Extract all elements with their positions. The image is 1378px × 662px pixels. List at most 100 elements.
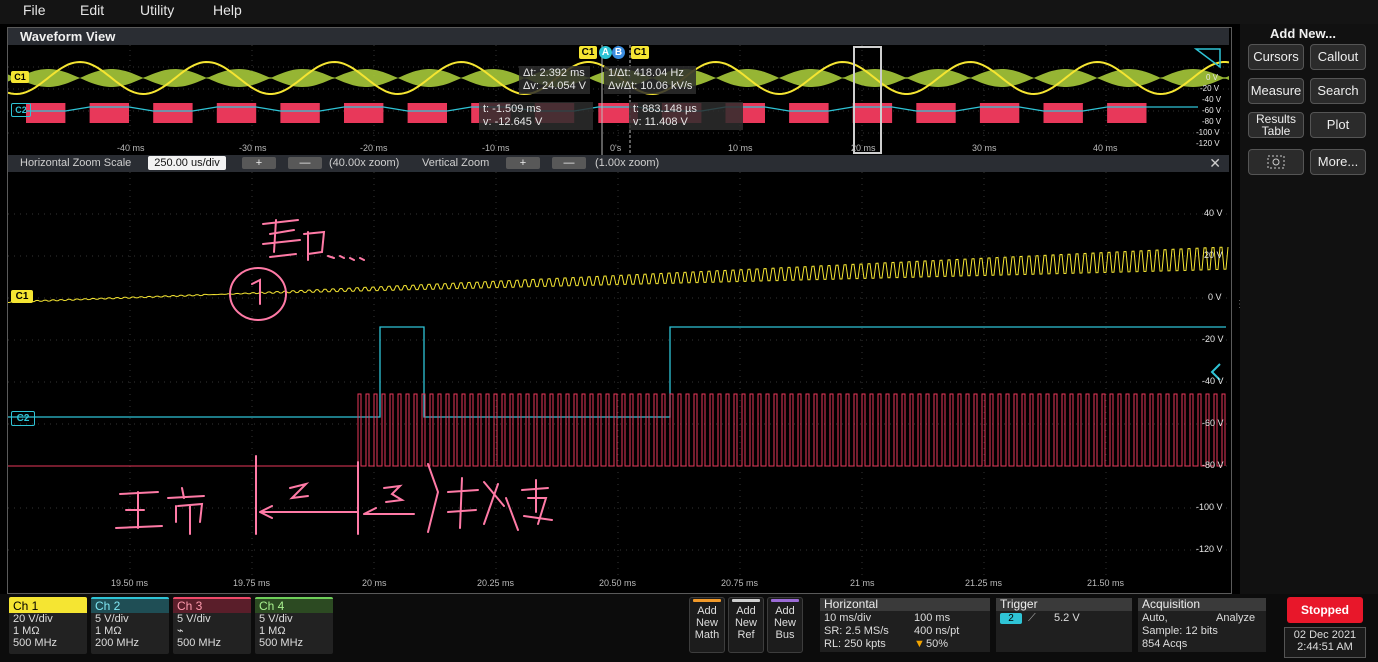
overview-volt-tick: -100 V <box>1196 128 1220 137</box>
zoom-ch2-marker[interactable]: C2 <box>11 411 35 426</box>
horizontal-position: 50% <box>926 638 949 650</box>
ch2-name: Ch 2 <box>91 599 169 613</box>
overview-volt-tick: -20 V <box>1200 84 1220 93</box>
add-new-ref-button[interactable]: Add New Ref <box>728 597 764 653</box>
menu-help[interactable]: Help <box>213 2 242 18</box>
overview-ch1-marker[interactable]: C1 <box>11 71 29 83</box>
acquisition-settings[interactable]: Acquisition Auto, Analyze Sample: 12 bit… <box>1138 598 1266 652</box>
trigger-title: Trigger <box>996 598 1132 611</box>
zoom-plot[interactable] <box>7 172 1229 591</box>
zoom-select-icon <box>1267 155 1285 169</box>
panel-resize-handle[interactable]: ⋮ <box>1235 300 1245 316</box>
horizontal-zoom-plus-button[interactable]: + <box>242 157 276 169</box>
cursor-rate-readout: 1/Δt: 418.04 Hz Δv/Δt: 10.06 kV/s <box>604 66 697 94</box>
waveform-view-titlebar: Waveform View <box>8 28 1229 45</box>
menu-file[interactable]: File <box>23 2 46 18</box>
ch3-probe-icon: ⌁ <box>177 625 184 637</box>
zoom-ch1-marker[interactable]: C1 <box>11 290 33 303</box>
ch1-vdiv: 20 V/div <box>13 613 53 625</box>
horizontal-settings[interactable]: Horizontal 10 ms/div 100 ms SR: 2.5 MS/s… <box>820 598 990 652</box>
horizontal-record-length: RL: 250 kpts <box>824 638 886 650</box>
rising-edge-icon: ⟋ <box>1028 612 1036 624</box>
overview-time-tick: -40 ms <box>117 143 145 153</box>
trigger-settings[interactable]: Trigger 2 ⟋ 5.2 V <box>996 598 1132 652</box>
delta-v-readout: Δv: 24.054 V <box>523 80 586 92</box>
ch3-badge[interactable]: Ch 3 5 V/div ⌁ 500 MHz <box>173 597 251 654</box>
overview-time-tick: 40 ms <box>1093 143 1118 153</box>
cursor-tag-b[interactable]: B <box>612 46 625 59</box>
add-new-title: Add New... <box>1270 26 1336 41</box>
ch4-name: Ch 4 <box>255 599 333 613</box>
overview-volt-tick: 0 V <box>1206 73 1219 82</box>
zoom-toolbar: Horizontal Zoom Scale 250.00 us/div + — … <box>8 155 1229 172</box>
position-icon: ▼ <box>914 638 925 650</box>
zoom-time-tick: 20.75 ms <box>721 578 759 588</box>
vertical-zoom-plus-button[interactable]: + <box>506 157 540 169</box>
overview-time-tick: 20 ms <box>851 143 876 153</box>
horizontal-zoom-factor: (40.00x zoom) <box>329 157 400 169</box>
cursor-b-readout: t: 883.148 µs v: 11.408 V <box>629 102 743 130</box>
cursor-delta-readout: Δt: 2.392 ms Δv: 24.054 V <box>519 66 590 94</box>
search-button[interactable]: Search <box>1310 78 1366 104</box>
overview-volt-tick: -120 V <box>1196 139 1220 148</box>
handwritten-annotations <box>115 219 553 535</box>
cursor-tag-c1-b[interactable]: C1 <box>631 46 649 59</box>
add-bus-line1: Add <box>775 605 795 617</box>
zoom-volt-tick: -20 V <box>1202 334 1224 344</box>
cursor-tag-a[interactable]: A <box>599 46 612 59</box>
add-new-bus-button[interactable]: Add New Bus <box>767 597 803 653</box>
overview-time-tick: 30 ms <box>972 143 997 153</box>
measure-button[interactable]: Measure <box>1248 78 1304 104</box>
date-text: 02 Dec 2021 <box>1293 629 1357 641</box>
cursor-a-time: t: -1.509 ms <box>483 103 542 115</box>
horizontal-zoom-scale-input[interactable]: 250.00 us/div <box>148 156 226 170</box>
zoom-volt-tick: 40 V <box>1204 208 1223 218</box>
zoom-time-tick: 20 ms <box>362 578 387 588</box>
date-time-display: 02 Dec 2021 2:44:51 AM <box>1284 627 1366 658</box>
overview-time-tick: -20 ms <box>360 143 388 153</box>
plot-button[interactable]: Plot <box>1310 112 1366 138</box>
zoom-volt-tick: -80 V <box>1202 460 1224 470</box>
zoom-time-tick: 21 ms <box>850 578 875 588</box>
menu-bar: File Edit Utility Help <box>0 0 1378 24</box>
cursor-b-time: t: 883.148 µs <box>633 103 697 115</box>
more-button[interactable]: More... <box>1310 149 1366 175</box>
ch4-badge[interactable]: Ch 4 5 V/div 1 MΩ 500 MHz <box>255 597 333 654</box>
overview-time-tick: 0's <box>610 143 622 153</box>
ch2-badge[interactable]: Ch 2 5 V/div 1 MΩ 200 MHz <box>91 597 169 654</box>
cursor-tag-c1-a[interactable]: C1 <box>579 46 597 59</box>
ch3-name: Ch 3 <box>173 599 251 613</box>
zoom-window-box[interactable] <box>853 46 882 154</box>
menu-utility[interactable]: Utility <box>140 2 174 18</box>
ch4-impedance: 1 MΩ <box>259 625 286 637</box>
horizontal-zoom-label: Horizontal Zoom Scale <box>20 157 132 169</box>
delta-t-readout: Δt: 2.392 ms <box>523 67 585 79</box>
cursors-button[interactable]: Cursors <box>1248 44 1304 70</box>
ref-color-bar <box>732 599 760 602</box>
add-math-line2: New <box>695 617 718 629</box>
overview-ch2-marker[interactable]: C2 <box>11 103 31 117</box>
vertical-zoom-minus-button[interactable]: — <box>552 157 586 169</box>
add-new-math-button[interactable]: Add New Math <box>689 597 725 653</box>
cursor-a-voltage: v: -12.645 V <box>483 116 543 128</box>
ch1-badge[interactable]: Ch 1 20 V/div 1 MΩ 500 MHz <box>9 597 87 654</box>
acquisition-mode: Auto, <box>1142 612 1168 624</box>
run-stop-button[interactable]: Stopped <box>1287 597 1363 623</box>
horizontal-sample-rate: SR: 2.5 MS/s <box>824 625 889 637</box>
close-zoom-icon[interactable]: ✕ <box>1209 155 1221 172</box>
zoom-select-button[interactable] <box>1248 149 1304 175</box>
vertical-zoom-factor: (1.00x zoom) <box>595 157 660 169</box>
bus-color-bar <box>771 599 799 602</box>
zoom-ch3-trace <box>8 393 1226 467</box>
zoom-plot-svg <box>7 172 1229 591</box>
callout-button[interactable]: Callout <box>1310 44 1366 70</box>
zoom-time-tick: 21.50 ms <box>1087 578 1125 588</box>
acquisition-sample: Sample: 12 bits <box>1142 625 1218 637</box>
zoom-time-tick: 19.50 ms <box>111 578 149 588</box>
menu-edit[interactable]: Edit <box>80 2 104 18</box>
overview-plot[interactable] <box>7 45 1230 155</box>
zoom-time-tick: 20.50 ms <box>599 578 637 588</box>
results-table-button[interactable]: Results Table <box>1248 112 1304 138</box>
horizontal-zoom-minus-button[interactable]: — <box>288 157 322 169</box>
add-math-line3: Math <box>694 629 720 641</box>
